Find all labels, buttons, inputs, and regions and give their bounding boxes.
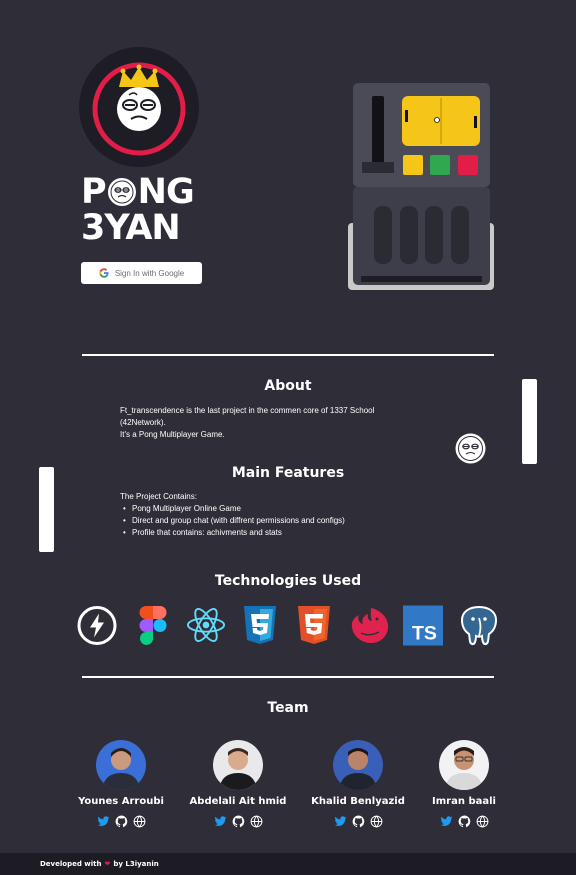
brand-letters-ng: NG [137,172,195,212]
face-ball-icon [455,433,486,464]
react-icon [186,604,226,646]
socketio-icon [77,604,117,646]
member-name: Abdelali Ait hmid [189,796,287,807]
brand-line-2: 3YAN [81,208,181,248]
typescript-label: TS [412,622,437,644]
github-icon[interactable] [115,813,128,828]
avatar [439,740,489,790]
features-list: Pong Multiplayer Online Game Direct and … [120,503,440,539]
github-icon[interactable] [232,813,245,828]
avatar [96,740,146,790]
brand-wordmark: P NG 3YAN [81,174,211,246]
css3-icon [240,604,280,646]
avatar [213,740,263,790]
member-socials [183,813,293,828]
logo [79,47,199,167]
google-signin-button[interactable]: Sign In with Google [81,262,202,284]
brand-letter-p: P [81,172,107,212]
crowned-face-logo-icon [92,62,186,156]
globe-icon[interactable] [250,813,263,828]
member-socials [303,813,413,828]
team-title: Team [267,700,309,716]
about-line-2: (42Network). [120,418,166,427]
footer: Developed with ❤ by L3iyanin [0,853,576,875]
member-socials [66,813,176,828]
about-text: Ft_transcendence is the last project in … [120,405,420,441]
google-icon [99,268,109,278]
technologies-title: Technologies Used [214,573,362,589]
about-title: About [264,378,312,394]
member-socials [409,813,519,828]
twitter-icon[interactable] [214,813,227,826]
nestjs-icon [347,604,391,646]
features-intro: The Project Contains: [120,492,197,501]
google-signin-label: Sign In with Google [114,268,185,278]
section-divider [82,676,494,678]
member-name: Younes Arroubi [78,796,164,807]
globe-icon[interactable] [476,813,489,828]
team-member: Younes Arroubi [66,740,176,828]
arcade-machine-illustration [348,83,494,290]
features-text: The Project Contains: Pong Multiplayer O… [120,491,440,539]
github-icon[interactable] [352,813,365,828]
team-member: Imran baali [409,740,519,828]
feature-item: Direct and group chat (with diffrent per… [120,515,440,527]
footer-suffix: by L3iyanin [113,860,159,868]
typescript-icon: TS [403,604,443,646]
about-line-1: Ft_transcendence is the last project in … [120,406,375,415]
postgresql-icon [459,604,499,646]
section-divider [82,354,494,356]
globe-icon[interactable] [133,813,146,828]
footer-prefix: Developed with [40,860,102,868]
html5-icon [294,604,334,646]
twitter-icon[interactable] [97,813,110,826]
avatar [333,740,383,790]
twitter-icon[interactable] [334,813,347,826]
features-title: Main Features [231,465,345,481]
figma-icon [133,604,173,646]
team-member: Abdelali Ait hmid [183,740,293,828]
about-line-3: It's a Pong Multiplayer Game. [120,430,225,439]
team-member: Khalid Benlyazid [303,740,413,828]
landing-page: P NG 3YAN Sign In with Google About Ft_t… [0,0,576,875]
member-name: Imran baali [432,796,496,807]
member-name: Khalid Benlyazid [311,796,405,807]
heart-icon: ❤ [104,860,111,868]
feature-item: Profile that contains: achivments and st… [120,527,440,539]
face-o-icon [107,177,137,207]
twitter-icon[interactable] [440,813,453,826]
feature-item: Pong Multiplayer Online Game [120,503,440,515]
globe-icon[interactable] [370,813,383,828]
github-icon[interactable] [458,813,471,828]
